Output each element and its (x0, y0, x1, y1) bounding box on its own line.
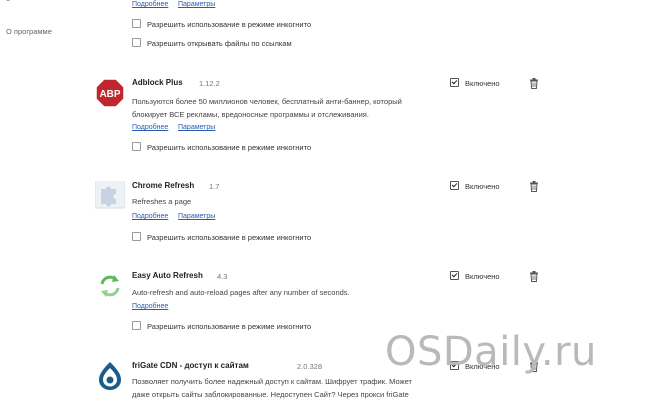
description-line-1: Пользуются более 50 миллионов человек, б… (132, 97, 402, 106)
file-urls-option[interactable]: Разрешить открывать файлы по ссылкам (132, 38, 292, 48)
trash-icon[interactable] (529, 271, 539, 282)
enabled-toggle[interactable]: Включено (450, 181, 500, 191)
frigate-icon (99, 362, 121, 390)
refresh-icon (100, 275, 120, 297)
trash-icon[interactable] (529, 181, 539, 192)
abp-icon-text: ABP (99, 89, 120, 100)
sidebar-item-about[interactable]: О программе (6, 27, 52, 36)
description-line-1: Refreshes a page (132, 197, 192, 206)
adblock-plus-icon: ABP (95, 78, 125, 108)
file-urls-checkbox[interactable] (132, 38, 141, 47)
trash-icon[interactable] (529, 78, 539, 89)
extension-name: Chrome Refresh (132, 181, 195, 190)
settings-sidebar: о О программе (0, 0, 90, 403)
details-link[interactable]: Подробнее (132, 303, 168, 310)
incognito-label: Разрешить использование в режиме инкогни… (147, 233, 312, 242)
options-link[interactable]: Параметры (178, 1, 215, 8)
extension-version: 2.0.328 (297, 362, 323, 371)
file-urls-label: Разрешить открывать файлы по ссылкам (147, 39, 292, 48)
puzzle-icon (95, 181, 125, 209)
watermark: OSDaily.ru (385, 329, 597, 375)
enabled-checkbox[interactable] (450, 181, 459, 190)
enabled-checkbox[interactable] (450, 271, 459, 280)
incognito-option[interactable]: Разрешить использование в режиме инкогни… (132, 232, 311, 242)
incognito-label: Разрешить использование в режиме инкогни… (147, 20, 312, 29)
incognito-option[interactable]: Разрешить использование в режиме инкогни… (132, 321, 311, 331)
extension-name: Easy Auto Refresh (132, 271, 203, 280)
incognito-checkbox[interactable] (132, 142, 141, 151)
description-line-1: Позволяет получить более надежный доступ… (132, 377, 412, 386)
details-link[interactable]: Подробнее (132, 1, 168, 8)
enabled-label: Включено (465, 79, 500, 88)
description-line-2: даже открыть сайты заблокированные. Недо… (132, 390, 409, 399)
description-line-2: блокирует ВСЕ рекламы, вредоносные прогр… (132, 110, 369, 119)
incognito-label: Разрешить использование в режиме инкогни… (147, 143, 312, 152)
enabled-label: Включено (465, 272, 500, 281)
extension-name: friGate CDN - доступ к сайтам (132, 361, 249, 370)
details-link[interactable]: Подробнее (132, 213, 168, 220)
details-link[interactable]: Подробнее (132, 124, 168, 131)
incognito-option[interactable]: Разрешить использование в режиме инкогни… (132, 142, 311, 152)
extension-version: 1.7 (209, 182, 220, 191)
extension-description: Auto-refresh and auto-reload pages after… (132, 286, 462, 299)
enabled-toggle[interactable]: Включено (450, 271, 500, 281)
description-line-1: Auto-refresh and auto-reload pages after… (132, 288, 350, 297)
enabled-toggle[interactable]: Включено (450, 78, 500, 88)
extension-description: Пользуются более 50 миллионов человек, б… (132, 95, 452, 121)
enabled-label: Включено (465, 182, 500, 191)
incognito-label: Разрешить использование в режиме инкогни… (147, 322, 312, 331)
extension-description: Refreshes a page (132, 195, 432, 208)
extension-version: 1.12.2 (199, 79, 220, 88)
sidebar-item-partial[interactable]: о (6, 0, 10, 3)
enabled-checkbox[interactable] (450, 78, 459, 87)
incognito-checkbox[interactable] (132, 232, 141, 241)
options-link[interactable]: Параметры (178, 213, 215, 220)
incognito-option[interactable]: Разрешить использование в режиме инкогни… (132, 19, 311, 29)
options-link[interactable]: Параметры (178, 124, 215, 131)
extension-description: Позволяет получить более надежный доступ… (132, 375, 492, 401)
incognito-checkbox[interactable] (132, 19, 141, 28)
extension-version: 4.3 (217, 272, 228, 281)
extension-name: Adblock Plus (132, 78, 183, 87)
incognito-checkbox[interactable] (132, 321, 141, 330)
